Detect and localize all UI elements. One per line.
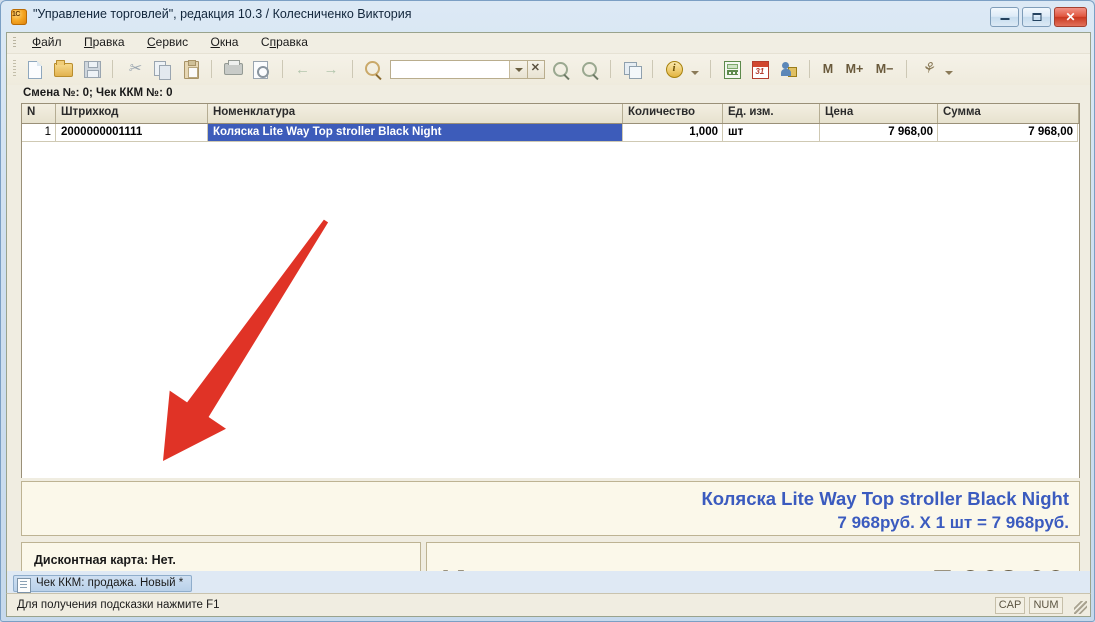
cell-unit[interactable]: шт <box>723 124 820 142</box>
column-header-name[interactable]: Номенклатура <box>208 104 623 123</box>
toolbar-separator <box>281 60 283 78</box>
toolbar-grip-icon <box>13 60 16 78</box>
cell-sum[interactable]: 7 968,00 <box>938 124 1078 142</box>
restore-button[interactable] <box>1022 7 1051 27</box>
memory-subtract-button[interactable]: M− <box>876 62 894 76</box>
column-header-n[interactable]: N <box>22 104 56 123</box>
menu-item-windows[interactable]: Окна <box>202 33 248 51</box>
save-icon[interactable] <box>81 58 103 80</box>
cell-barcode[interactable]: 2000000001111 <box>56 124 208 142</box>
redo-icon[interactable]: → <box>320 58 342 80</box>
document-icon <box>17 578 31 593</box>
window-taskbar: Чек ККМ: продажа. Новый * <box>6 571 1091 593</box>
toolbar-separator <box>809 60 811 78</box>
undo-icon[interactable]: ← <box>292 58 314 80</box>
find-next-icon[interactable] <box>550 58 572 80</box>
table-body: 1 2000000001111 Коляска Lite Way Top str… <box>22 124 1079 478</box>
column-header-quantity[interactable]: Количество <box>623 104 723 123</box>
toolbar-separator <box>610 60 612 78</box>
toolbar-separator <box>112 60 114 78</box>
product-info-name: Коляска Lite Way Top stroller Black Nigh… <box>701 488 1069 509</box>
menu-item-service[interactable]: Сервис <box>138 33 197 51</box>
wrench-dropdown-icon[interactable] <box>944 71 953 75</box>
clear-x-icon[interactable] <box>527 59 545 79</box>
items-table[interactable]: N Штрихкод Номенклатура Количество Ед. и… <box>21 103 1080 478</box>
table-row[interactable]: 1 2000000001111 Коляска Lite Way Top str… <box>22 124 1079 142</box>
discount-card-label: Дисконтная карта: Нет. <box>34 553 176 567</box>
cell-name[interactable]: Коляска Lite Way Top stroller Black Nigh… <box>208 124 623 142</box>
cut-icon[interactable]: ✂ <box>123 58 145 80</box>
minimize-icon <box>1000 14 1009 20</box>
minimize-button[interactable] <box>990 7 1019 27</box>
cell-n[interactable]: 1 <box>22 124 56 142</box>
column-header-price[interactable]: Цена <box>820 104 938 123</box>
product-info-calculation: 7 968руб. X 1 шт = 7 968руб. <box>837 513 1069 532</box>
toolbar-separator <box>351 60 353 78</box>
menu-item-file[interactable]: Файл <box>23 33 71 51</box>
print-icon[interactable] <box>222 58 244 80</box>
shift-label: Смена №: 0; Чек ККМ №: 0 <box>23 87 173 99</box>
find-previous-icon[interactable] <box>579 58 601 80</box>
menu-grip-icon <box>13 37 16 49</box>
user-lock-icon[interactable] <box>778 58 800 80</box>
toolbar-separator <box>710 60 712 78</box>
open-folder-icon[interactable] <box>52 58 74 80</box>
status-badge-num: NUM <box>1029 597 1063 614</box>
cell-quantity[interactable]: 1,000 <box>623 124 723 142</box>
close-icon: ✕ <box>1065 10 1076 24</box>
windows-icon[interactable] <box>621 58 643 80</box>
table-header-row: N Штрихкод Номенклатура Количество Ед. и… <box>22 104 1079 124</box>
product-info-panel: Коляска Lite Way Top stroller Black Nigh… <box>21 481 1080 536</box>
column-header-sum[interactable]: Сумма <box>938 104 1079 123</box>
toolbar-separator <box>211 60 213 78</box>
toolbar-separator <box>905 60 907 78</box>
cell-price[interactable]: 7 968,00 <box>820 124 938 142</box>
new-document-icon[interactable] <box>24 58 46 80</box>
search-input[interactable] <box>393 62 510 77</box>
main-toolbar: ✂ ← → M <box>7 53 1090 85</box>
taskbar-item-label: Чек ККМ: продажа. Новый * <box>36 577 184 589</box>
info-icon[interactable] <box>663 58 685 80</box>
chevron-down-icon[interactable] <box>508 60 527 78</box>
print-preview-icon[interactable] <box>250 58 272 80</box>
table-empty-area[interactable] <box>22 142 1079 478</box>
search-combobox[interactable] <box>389 59 528 79</box>
column-header-barcode[interactable]: Штрихкод <box>56 104 208 123</box>
receipt-form: Смена №: 0; Чек ККМ №: 0 N Штрихкод Номе… <box>7 85 1090 595</box>
menu-bar: Файл Правка Сервис Окна Справка <box>7 33 1090 53</box>
memory-add-button[interactable]: M+ <box>846 62 864 76</box>
status-hint: Для получения подсказки нажмите F1 <box>17 599 220 611</box>
close-button[interactable]: ✕ <box>1054 7 1087 27</box>
1c-logo-icon <box>11 9 27 25</box>
paste-icon[interactable] <box>180 58 202 80</box>
column-header-unit[interactable]: Ед. изм. <box>723 104 820 123</box>
resize-grip-icon[interactable] <box>1074 601 1087 614</box>
wrench-icon[interactable]: ⚘ <box>916 58 938 80</box>
memory-recall-button[interactable]: M <box>823 62 833 76</box>
toolbar-separator <box>652 60 654 78</box>
copy-icon[interactable] <box>151 58 173 80</box>
info-dropdown-icon[interactable] <box>690 71 699 75</box>
search-icon[interactable] <box>362 58 384 80</box>
application-window: "Управление торговлей", редакция 10.3 / … <box>0 0 1095 622</box>
calendar-icon[interactable] <box>749 58 771 80</box>
window-title: "Управление торговлей", редакция 10.3 / … <box>33 7 412 21</box>
menu-item-help[interactable]: Справка <box>252 33 317 51</box>
status-bar: Для получения подсказки нажмите F1 CAP N… <box>6 593 1091 617</box>
taskbar-item-receipt[interactable]: Чек ККМ: продажа. Новый * <box>13 575 193 593</box>
restore-icon <box>1032 13 1041 21</box>
title-bar: "Управление торговлей", редакция 10.3 / … <box>1 1 1095 31</box>
status-badge-caps: CAP <box>995 597 1025 614</box>
calculator-icon[interactable] <box>721 58 743 80</box>
menu-item-edit[interactable]: Правка <box>75 33 134 51</box>
client-area: Файл Правка Сервис Окна Справка ✂ ← → ✕ … <box>6 32 1091 595</box>
